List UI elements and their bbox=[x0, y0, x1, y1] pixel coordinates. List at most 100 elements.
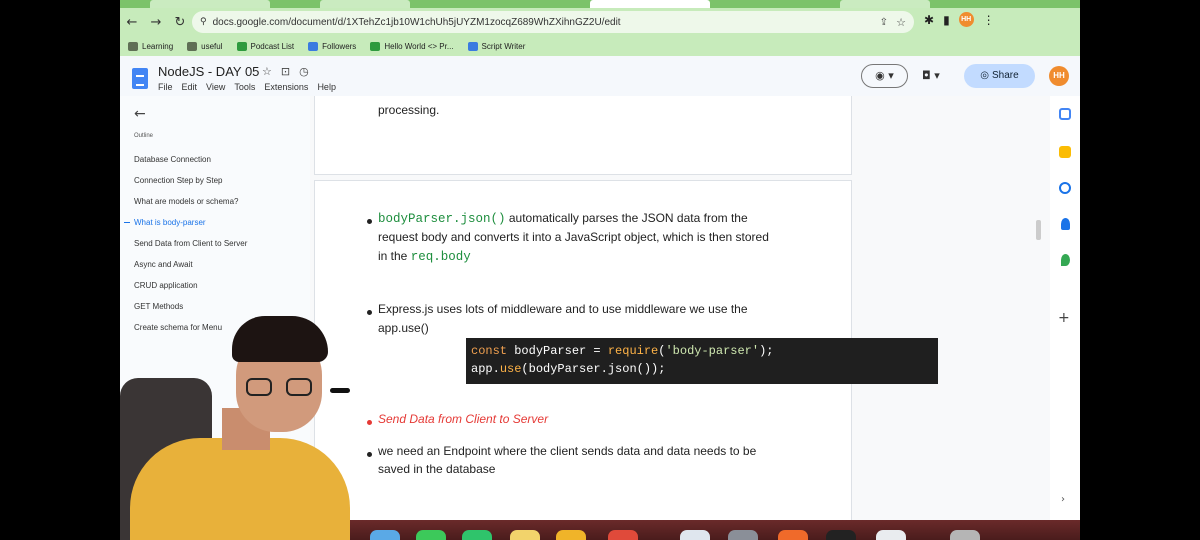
outline-item[interactable]: Send Data from Client to Server bbox=[134, 239, 247, 248]
dock-app-icon[interactable] bbox=[728, 530, 758, 540]
menu-help[interactable]: Help bbox=[317, 82, 336, 92]
extension-area: ✱ ▮ HH ⋮ bbox=[924, 12, 995, 27]
paragraph-text: in the req.body bbox=[378, 247, 471, 266]
keep-icon[interactable] bbox=[1059, 146, 1071, 158]
sheets-icon bbox=[370, 41, 381, 51]
docs-header: NodeJS - DAY 05 ☆ ⊡ ◷ File Edit View Too… bbox=[120, 56, 1080, 96]
address-bar-row: ← → ↻ ⚲ docs.google.com/document/d/1XTeh… bbox=[120, 8, 1080, 36]
dock-app-icon[interactable] bbox=[416, 530, 446, 540]
code-text: (bodyParser.json()); bbox=[521, 362, 666, 376]
bookmarks-bar: Learning useful Podcast List Followers H… bbox=[120, 36, 1080, 56]
back-arrow-icon[interactable]: ← bbox=[120, 15, 144, 30]
presenter-hair bbox=[232, 316, 328, 362]
browser-tab-strip bbox=[120, 0, 1080, 8]
paragraph-text: Express.js uses lots of middleware and t… bbox=[378, 302, 748, 316]
chevron-right-icon[interactable]: › bbox=[1061, 494, 1065, 505]
outline-item[interactable]: What are models or schema? bbox=[134, 197, 239, 206]
code-function: use bbox=[499, 362, 522, 376]
browser-tab[interactable] bbox=[840, 0, 930, 8]
bookmark-item[interactable]: Learning bbox=[128, 41, 173, 51]
close-outline-arrow-icon[interactable]: ← bbox=[134, 106, 146, 122]
bookmark-label: useful bbox=[201, 41, 223, 51]
browser-menu-icon[interactable]: ⋮ bbox=[983, 13, 995, 27]
browser-tab[interactable] bbox=[320, 0, 410, 8]
dock-app-icon[interactable] bbox=[556, 530, 586, 540]
presenter-shirt bbox=[130, 438, 350, 540]
code-text: app. bbox=[471, 362, 500, 376]
dock-app-icon[interactable] bbox=[950, 530, 980, 540]
site-info-icon[interactable]: ⚲ bbox=[200, 17, 207, 27]
bookmark-label: Script Writer bbox=[481, 41, 526, 51]
dock-app-icon[interactable] bbox=[826, 530, 856, 540]
star-icon[interactable]: ☆ bbox=[262, 65, 272, 78]
add-ons-plus-icon[interactable]: + bbox=[1058, 310, 1070, 326]
outline-item[interactable]: CRUD application bbox=[134, 281, 198, 290]
tasks-icon[interactable] bbox=[1059, 182, 1071, 194]
dock-app-icon[interactable] bbox=[462, 530, 492, 540]
dock-app-icon[interactable] bbox=[608, 530, 638, 540]
glasses-lens bbox=[246, 378, 272, 396]
document-page[interactable]: processing. bbox=[314, 96, 852, 175]
inline-code: req.body bbox=[410, 250, 471, 264]
menu-extensions[interactable]: Extensions bbox=[264, 82, 308, 92]
bookmark-item[interactable]: Script Writer bbox=[467, 41, 526, 51]
extensions-puzzle-icon[interactable]: ✱ bbox=[924, 13, 934, 27]
subheading-link[interactable]: Send Data from Client to Server bbox=[378, 410, 548, 428]
bookmark-item[interactable]: useful bbox=[187, 41, 223, 51]
paragraph-text: saved in the database bbox=[378, 462, 496, 476]
meet-button[interactable]: ◘ ▾ bbox=[922, 69, 940, 82]
menu-view[interactable]: View bbox=[206, 82, 225, 92]
scrollbar-thumb[interactable] bbox=[1036, 220, 1041, 240]
folder-icon bbox=[128, 41, 138, 51]
profile-avatar[interactable]: HH bbox=[958, 12, 974, 27]
code-line: const bodyParser = require('body-parser'… bbox=[471, 342, 938, 360]
sheets-icon bbox=[236, 41, 247, 51]
bookmark-item[interactable]: Followers bbox=[308, 41, 356, 51]
menu-bar: File Edit View Tools Extensions Help bbox=[158, 82, 336, 92]
view-mode-button[interactable]: ◉ ▾ bbox=[861, 64, 908, 88]
move-folder-icon[interactable]: ⊡ bbox=[281, 65, 290, 78]
document-title[interactable]: NodeJS - DAY 05 bbox=[158, 64, 259, 79]
browser-tab[interactable] bbox=[150, 0, 270, 8]
menu-edit[interactable]: Edit bbox=[182, 82, 198, 92]
forward-arrow-icon[interactable]: → bbox=[144, 15, 168, 30]
share-button[interactable]: ◎ Share bbox=[964, 64, 1035, 88]
bookmark-star-icon[interactable]: ☆ bbox=[896, 16, 906, 29]
dock-app-icon[interactable] bbox=[778, 530, 808, 540]
outline-heading: Outline bbox=[134, 133, 154, 139]
screen: ← → ↻ ⚲ docs.google.com/document/d/1XTeh… bbox=[120, 0, 1080, 540]
dock-app-icon[interactable] bbox=[510, 530, 540, 540]
account-avatar[interactable]: HH bbox=[1049, 66, 1069, 86]
menu-tools[interactable]: Tools bbox=[234, 82, 255, 92]
code-block[interactable]: const bodyParser = require('body-parser'… bbox=[466, 338, 938, 384]
side-panel-icon[interactable]: ▮ bbox=[943, 13, 950, 27]
paragraph-text: app.use() bbox=[378, 321, 429, 335]
inline-code: bodyParser.json() bbox=[378, 212, 506, 226]
menu-file[interactable]: File bbox=[158, 82, 173, 92]
reload-icon[interactable]: ↻ bbox=[168, 15, 192, 30]
url-text: docs.google.com/document/d/1XTehZc1jb10W… bbox=[212, 16, 621, 28]
outline-item[interactable]: Connection Step by Step bbox=[134, 176, 223, 185]
document-status-icon[interactable]: ◷ bbox=[299, 65, 309, 78]
bookmark-item[interactable]: Hello World <> Pr... bbox=[370, 41, 454, 51]
dock-app-icon[interactable] bbox=[876, 530, 906, 540]
contacts-icon[interactable] bbox=[1061, 218, 1070, 230]
code-function: require bbox=[607, 344, 659, 358]
url-field[interactable]: ⚲ docs.google.com/document/d/1XTehZc1jb1… bbox=[192, 11, 914, 33]
outline-item[interactable]: Async and Await bbox=[134, 260, 193, 269]
dock-app-icon[interactable] bbox=[680, 530, 710, 540]
bookmark-item[interactable]: Podcast List bbox=[236, 41, 294, 51]
share-page-icon[interactable]: ⇪ bbox=[880, 17, 888, 28]
code-text: bodyParser = bbox=[507, 344, 608, 358]
google-docs-logo-icon[interactable] bbox=[132, 68, 148, 89]
outline-item[interactable]: Database Connection bbox=[134, 155, 211, 164]
document-canvas[interactable]: processing. bodyParser.json() automatica… bbox=[310, 96, 1050, 530]
title-icons: ☆ ⊡ ◷ bbox=[262, 65, 309, 78]
browser-tab-active[interactable] bbox=[590, 0, 710, 8]
code-line: app.use(bodyParser.json()); bbox=[471, 360, 938, 378]
docs-icon bbox=[308, 41, 319, 51]
text-span: automatically parses the JSON data from … bbox=[505, 211, 748, 225]
calendar-icon[interactable] bbox=[1059, 108, 1071, 120]
maps-icon[interactable] bbox=[1061, 254, 1070, 266]
outline-item-active[interactable]: What is body-parser bbox=[124, 218, 206, 227]
